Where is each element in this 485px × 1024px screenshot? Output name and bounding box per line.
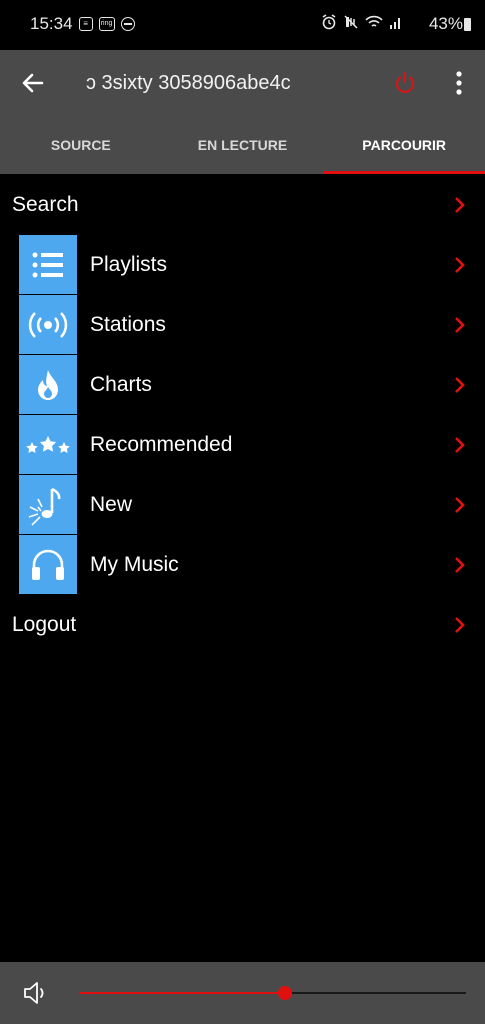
volume-bar xyxy=(0,962,485,1024)
list-item-stations[interactable]: Stations xyxy=(0,295,485,355)
list-icon xyxy=(19,235,77,294)
app-bar: ɔ 3sixty 3058906abe4c xyxy=(0,50,485,116)
battery-percent: 43% xyxy=(428,14,463,33)
tab-bar: SOURCE EN LECTURE PARCOURIR xyxy=(0,116,485,174)
chevron-right-icon xyxy=(455,497,465,513)
flame-icon xyxy=(19,355,77,414)
tab-source[interactable]: SOURCE xyxy=(0,116,162,174)
list-item-new[interactable]: New xyxy=(0,475,485,535)
signal-icon xyxy=(390,18,400,29)
status-left: 15:34 ≡ ring xyxy=(30,14,135,34)
headphones-icon xyxy=(19,535,77,594)
tab-en-lecture[interactable]: EN LECTURE xyxy=(162,116,324,174)
search-label: Search xyxy=(12,193,79,216)
stars-icon xyxy=(19,415,77,474)
back-arrow-icon[interactable] xyxy=(16,66,50,100)
tab-parcourir[interactable]: PARCOURIR xyxy=(323,116,485,174)
power-icon[interactable] xyxy=(392,70,418,96)
list-item-playlists[interactable]: Playlists xyxy=(0,235,485,295)
chevron-right-icon xyxy=(455,617,465,633)
chevron-right-icon xyxy=(455,257,465,273)
list-item-label: My Music xyxy=(90,553,179,576)
list-item-charts[interactable]: Charts xyxy=(0,355,485,415)
do-not-disturb-icon xyxy=(120,17,135,31)
list-item-label: New xyxy=(90,493,133,516)
logout-label: Logout xyxy=(12,613,77,636)
volume-slider[interactable] xyxy=(80,986,466,1000)
list-item-label: Stations xyxy=(90,313,166,336)
browse-list: Search Playlists Stations Charts Recomme… xyxy=(0,175,485,655)
chevron-right-icon xyxy=(455,437,465,453)
logout-row[interactable]: Logout xyxy=(0,595,485,655)
list-item-label: Playlists xyxy=(90,253,168,276)
wifi-icon xyxy=(365,15,383,27)
status-right xyxy=(321,14,403,30)
status-bar: 15:34 ≡ ring 43% xyxy=(0,0,485,50)
alarm-icon xyxy=(322,14,336,30)
chevron-right-icon xyxy=(455,377,465,393)
list-item-label: Charts xyxy=(90,373,152,396)
radio-icon xyxy=(19,295,77,354)
volume-slider-fill xyxy=(80,992,285,994)
ring-icon: ring xyxy=(98,17,115,31)
chevron-right-icon xyxy=(455,317,465,333)
message-icon: ≡ xyxy=(78,17,93,31)
music-note-icon xyxy=(19,475,77,534)
list-item-my-music[interactable]: My Music xyxy=(0,535,485,595)
mute-icon xyxy=(344,15,358,29)
device-title: ɔ 3sixty 3058906abe4c xyxy=(86,72,291,94)
list-item-label: Recommended xyxy=(90,433,233,456)
speaker-icon[interactable] xyxy=(22,980,50,1006)
status-time: 15:34 xyxy=(30,14,73,33)
volume-slider-thumb[interactable] xyxy=(277,986,292,1000)
search-row[interactable]: Search xyxy=(0,175,485,235)
more-options-icon[interactable] xyxy=(448,68,470,98)
battery-icon xyxy=(464,18,471,31)
list-item-recommended[interactable]: Recommended xyxy=(0,415,485,475)
chevron-right-icon xyxy=(455,197,465,213)
chevron-right-icon xyxy=(455,557,465,573)
